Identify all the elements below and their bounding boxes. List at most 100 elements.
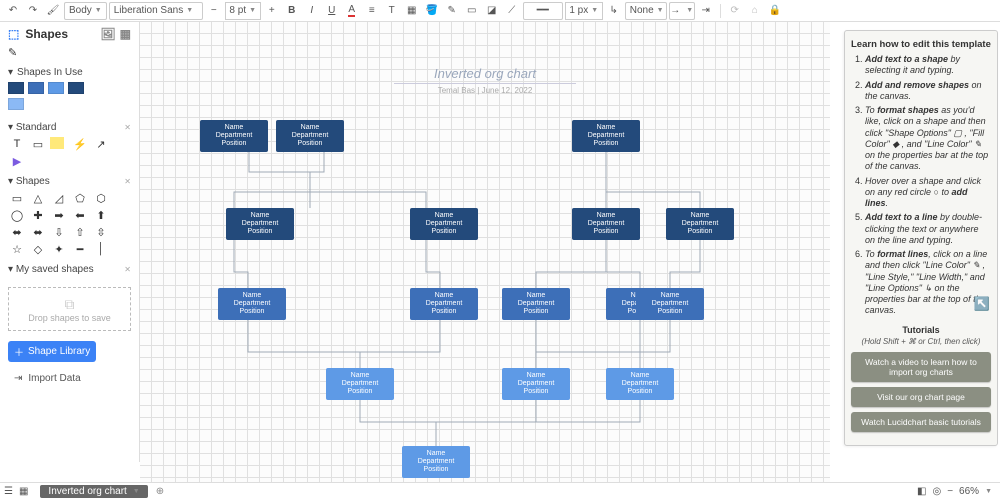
org-node-root[interactable]: NameDepartmentPosition <box>402 446 470 478</box>
swatch-dark2[interactable] <box>68 82 84 94</box>
watch-video-button[interactable]: Watch a video to learn how to import org… <box>851 352 991 382</box>
target-icon[interactable]: ◎ <box>932 486 941 497</box>
view-list-icon[interactable]: ☰ <box>4 486 13 497</box>
saved-dropzone[interactable]: ⧉ Drop shapes to save <box>8 287 131 331</box>
line-shape-icon[interactable]: ↗ <box>92 137 110 151</box>
org-node[interactable]: NameDepartmentPosition <box>410 288 478 320</box>
underline-icon[interactable]: U <box>323 2 341 20</box>
connector-icon[interactable]: ⇥ <box>697 2 715 20</box>
org-node[interactable]: NameDepartmentPosition <box>218 288 286 320</box>
text-style-select[interactable]: Body▼ <box>64 2 107 20</box>
document-tab[interactable]: Inverted org chart▼ <box>40 485 147 498</box>
chevron-down-icon[interactable]: ▾ <box>8 67 13 78</box>
draw-tool-icon[interactable]: ✎ <box>8 46 17 59</box>
org-node[interactable]: NameDepartmentPosition <box>410 208 478 240</box>
align-icon[interactable]: ≡ <box>363 2 381 20</box>
diamond-icon[interactable]: ◇ <box>29 242 47 256</box>
zoom-out-icon[interactable]: − <box>947 486 953 497</box>
org-node[interactable]: NameDepartmentPosition <box>226 208 294 240</box>
hexagon-icon[interactable]: ⬡ <box>92 191 110 205</box>
arrow-end-select[interactable]: →▼ <box>669 2 695 20</box>
italic-icon[interactable]: I <box>303 2 321 20</box>
shape-options-icon[interactable]: ▭ <box>463 2 481 20</box>
org-node[interactable]: NameDepartmentPosition <box>502 368 570 400</box>
arrow-down2-icon[interactable]: ⇩ <box>50 225 68 239</box>
import-data-button[interactable]: ⇥Import Data <box>8 370 131 387</box>
play-shape-icon[interactable]: ▶ <box>8 154 26 168</box>
burst-icon[interactable]: ✦ <box>50 242 68 256</box>
layers-icon[interactable]: ◧ <box>917 486 926 497</box>
rect-shape-icon[interactable]: ▭ <box>29 137 47 151</box>
lock-icon[interactable]: ⌂ <box>746 2 764 20</box>
plus-icon[interactable]: ✚ <box>29 208 47 222</box>
layout-icon[interactable]: ▦ <box>403 2 421 20</box>
rtriangle-icon[interactable]: ◿ <box>50 191 68 205</box>
org-node[interactable]: NameDepartmentPosition <box>606 368 674 400</box>
paint-format-icon[interactable]: 🖌 <box>44 2 62 20</box>
zoom-menu-icon[interactable]: ▼ <box>985 488 992 495</box>
hline-icon[interactable]: ━ <box>71 242 89 256</box>
arrow-left-icon[interactable]: ⬅ <box>71 208 89 222</box>
more-icon[interactable]: ⟳ <box>726 2 744 20</box>
zoom-value[interactable]: 66% <box>959 486 979 497</box>
org-node[interactable]: NameDepartmentPosition <box>276 120 344 152</box>
org-node[interactable]: NameDepartmentPosition <box>572 208 640 240</box>
close-saved-icon[interactable]: ✕ <box>124 265 131 274</box>
arrow-start-select[interactable]: None▼ <box>625 2 667 20</box>
close-shapes-icon[interactable]: ✕ <box>124 177 131 186</box>
undo-icon[interactable]: ↶ <box>4 2 22 20</box>
line-options-icon[interactable]: ↳ <box>605 2 623 20</box>
org-node[interactable]: NameDepartmentPosition <box>636 288 704 320</box>
org-node[interactable]: NameDepartmentPosition <box>572 120 640 152</box>
bolt-shape-icon[interactable]: ⚡ <box>71 137 89 151</box>
add-page-icon[interactable]: ⊕ <box>156 486 164 497</box>
swatch-light[interactable] <box>48 82 64 94</box>
text-options-icon[interactable]: T <box>383 2 401 20</box>
arrow-lr2-icon[interactable]: ⬌ <box>29 225 47 239</box>
star-icon[interactable]: ☆ <box>8 242 26 256</box>
org-node[interactable]: NameDepartmentPosition <box>326 368 394 400</box>
triangle-icon[interactable]: △ <box>29 191 47 205</box>
font-size-field[interactable]: 8 pt▼ <box>225 2 261 20</box>
vline-icon[interactable]: │ <box>92 242 110 256</box>
view-grid-icon[interactable]: ▦ <box>120 27 131 41</box>
org-node[interactable]: NameDepartmentPosition <box>200 120 268 152</box>
view-thumb-icon[interactable]: ▦ <box>19 486 28 497</box>
shadow-icon[interactable]: ◪ <box>483 2 501 20</box>
watch-basics-button[interactable]: Watch Lucidchart basic tutorials <box>851 412 991 432</box>
lock2-icon[interactable]: 🔒 <box>766 2 784 20</box>
line-style-select[interactable]: ━━ <box>523 2 563 20</box>
font-size-minus-icon[interactable]: − <box>205 2 223 20</box>
chart-title[interactable]: Inverted org chart <box>394 66 576 84</box>
line-color-icon[interactable]: ✎ <box>443 2 461 20</box>
pointer-tool-icon[interactable]: ⬚ <box>8 27 19 41</box>
swatch-med[interactable] <box>28 82 44 94</box>
org-node[interactable]: NameDepartmentPosition <box>666 208 734 240</box>
org-node[interactable]: NameDepartmentPosition <box>502 288 570 320</box>
text-color-icon[interactable]: A <box>343 2 361 20</box>
close-section-icon[interactable]: ✕ <box>124 123 131 132</box>
text-tool-icon[interactable]: T <box>8 137 26 151</box>
bold-icon[interactable]: B <box>283 2 301 20</box>
line-style-icon[interactable]: ⟋ <box>503 2 521 20</box>
arrow-up2-icon[interactable]: ⇧ <box>71 225 89 239</box>
font-size-plus-icon[interactable]: + <box>263 2 281 20</box>
note-shape-icon[interactable] <box>50 137 64 149</box>
arrow-lr-icon[interactable]: ⬌ <box>8 225 26 239</box>
arrow-right-icon[interactable]: ➡ <box>50 208 68 222</box>
view-image-icon[interactable]: 🖼 <box>100 27 115 41</box>
font-select[interactable]: Liberation Sans▼ <box>109 2 203 20</box>
circle-icon[interactable]: ◯ <box>8 208 26 222</box>
canvas[interactable]: Inverted org chart Temal Bas | June 12, … <box>140 22 830 482</box>
arrow-updown-icon[interactable]: ⇳ <box>92 225 110 239</box>
arrow-up-icon[interactable]: ⬆ <box>92 208 110 222</box>
pentagon-icon[interactable]: ⬠ <box>71 191 89 205</box>
line-width-field[interactable]: 1 px▼ <box>565 2 603 20</box>
fill-color-icon[interactable]: 🪣 <box>423 2 441 20</box>
visit-page-button[interactable]: Visit our org chart page <box>851 387 991 407</box>
shape-library-button[interactable]: ＋Shape Library <box>8 341 96 362</box>
swatch-dark[interactable] <box>8 82 24 94</box>
swatch-pale[interactable] <box>8 98 24 110</box>
redo-icon[interactable]: ↷ <box>24 2 42 20</box>
rect-icon[interactable]: ▭ <box>8 191 26 205</box>
